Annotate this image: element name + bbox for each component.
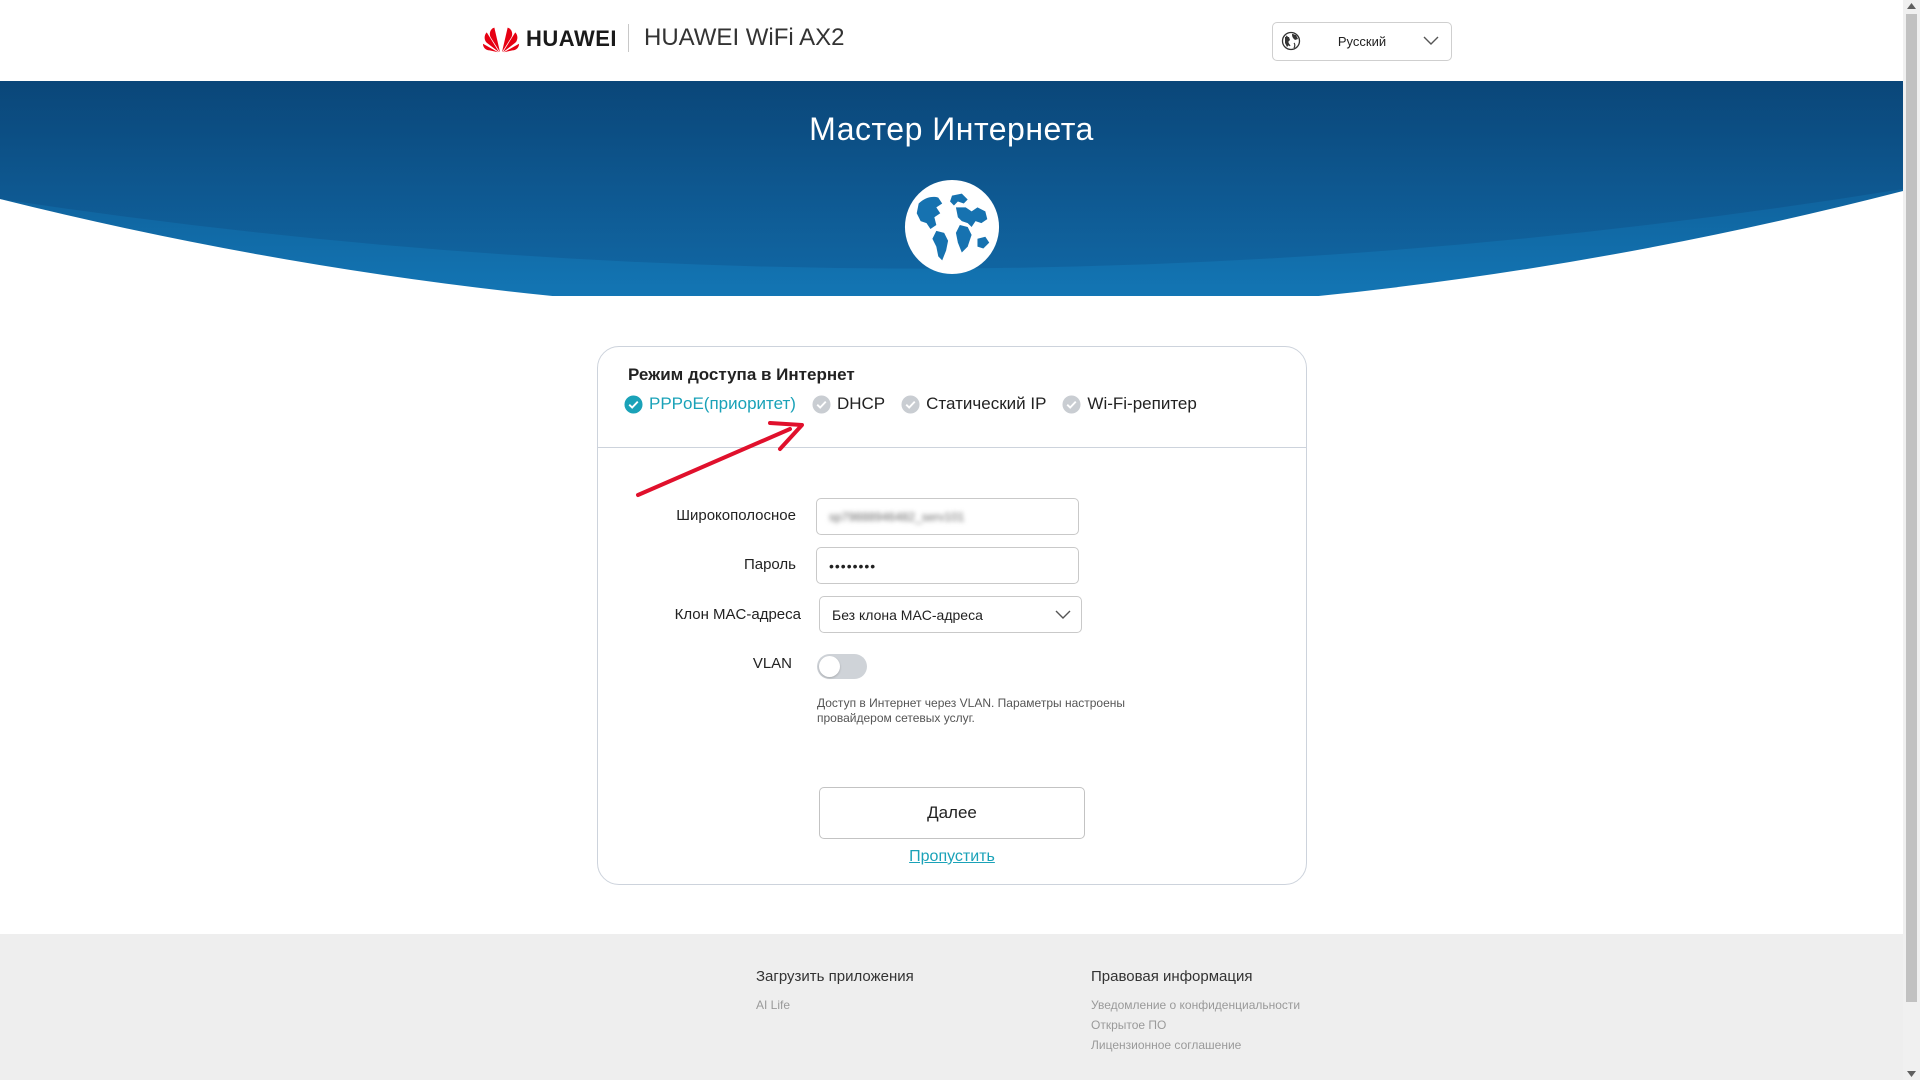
footer: Загрузить приложения AI Life Правовая ин… [0,934,1903,1080]
mode-label: DHCP [836,394,886,413]
footer-apps-column: Загрузить приложения AI Life [756,968,914,1015]
huawei-logo: HUAWEI [482,24,617,54]
check-circle-icon [1062,394,1081,414]
chevron-down-icon [1423,36,1439,45]
broadband-account-input[interactable]: sp79888946482_serv101 [816,498,1079,535]
mode-option-dhcp[interactable]: DHCP [812,394,885,414]
hero-banner: Мастер Интернета [0,81,1903,296]
scroll-up-arrow-icon[interactable] [1907,3,1916,9]
vertical-scrollbar[interactable] [1903,0,1920,1080]
check-circle-icon [624,394,643,414]
annotation-arrow-icon [636,421,804,497]
broadband-label: Широкополосное [676,507,796,524]
mode-option-wifi-repeater[interactable]: Wi-Fi-репитер [1062,394,1197,414]
footer-link-open-source[interactable]: Открытое ПО [1091,1015,1300,1035]
broadband-account-value: sp79888946482_serv101 [829,509,965,524]
footer-legal-title: Правовая информация [1091,968,1253,985]
scroll-down-arrow-icon[interactable] [1907,1071,1916,1077]
brand-name: HUAWEI [526,26,617,51]
access-mode-options: PPPoE(приоритет) DHCP Статический IP Wi-… [624,394,1213,414]
product-name: HUAWEI WiFi AX2 [644,24,845,51]
password-input[interactable]: •••••••• [816,547,1079,584]
mac-clone-value: Без клона MAC-адреса [832,606,983,623]
access-mode-title: Режим доступа в Интернет [628,365,855,384]
huawei-flower-icon [482,27,520,53]
vlan-label: VLAN [752,655,792,672]
mac-clone-label: Клон MAC-адреса [674,606,801,623]
footer-legal-column: Правовая информация Уведомление о конфид… [1091,968,1300,1055]
password-value: •••••••• [829,557,877,574]
next-button[interactable]: Далее [819,787,1085,839]
hero-title: Мастер Интернета [809,111,1094,147]
language-select[interactable]: Русский [1272,22,1452,61]
mode-option-pppoe[interactable]: PPPoE(приоритет) [624,394,796,414]
footer-link-privacy[interactable]: Уведомление о конфиденциальности [1091,995,1300,1015]
toggle-knob [819,656,840,677]
world-globe-icon [904,179,1000,275]
mode-label: PPPoE(приоритет) [649,394,796,413]
mac-clone-select[interactable]: Без клона MAC-адреса [819,596,1082,633]
footer-link-license[interactable]: Лицензионное соглашение [1091,1035,1300,1055]
password-label: Пароль [743,556,796,573]
vlan-toggle[interactable] [817,654,867,679]
footer-link-ai-life[interactable]: AI Life [756,995,914,1015]
check-circle-icon [812,394,831,414]
logo-divider [628,24,629,52]
vlan-hint: Доступ в Интернет через VLAN. Параметры … [817,696,1126,725]
check-circle-icon [901,394,920,414]
skip-link[interactable]: Пропустить [598,848,1306,866]
top-bar: HUAWEI HUAWEI WiFi AX2 Русский [0,0,1903,81]
chevron-down-icon [1055,610,1071,619]
mode-label: Wi-Fi-репитер [1087,394,1197,413]
mode-option-static-ip[interactable]: Статический IP [901,394,1046,414]
scrollbar-thumb[interactable] [1906,14,1917,1002]
footer-apps-title: Загрузить приложения [756,968,914,985]
mode-label: Статический IP [926,394,1047,413]
